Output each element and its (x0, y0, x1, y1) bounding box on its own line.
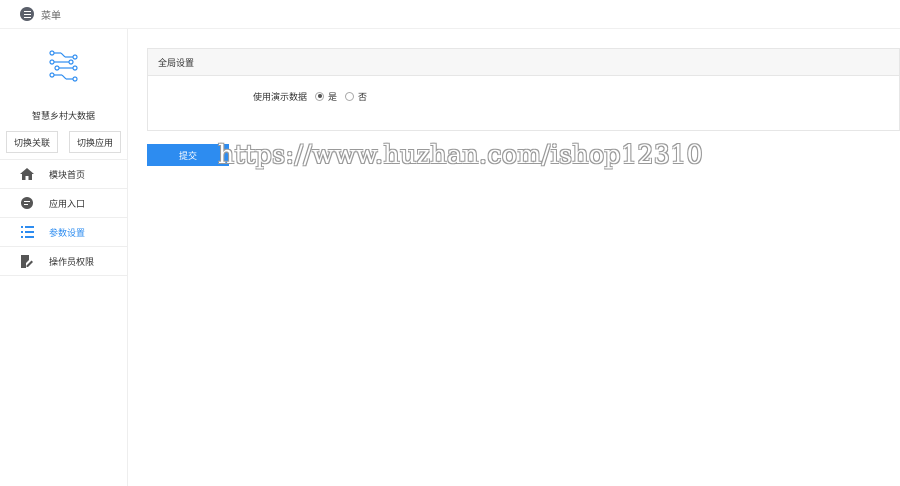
circuit-logo-icon (48, 50, 78, 82)
edit-doc-icon (20, 254, 34, 268)
sidebar-item-parameter-settings[interactable]: 参数设置 (0, 218, 127, 247)
radio-label: 否 (358, 92, 368, 103)
menu-icon[interactable] (20, 7, 34, 21)
home-icon (20, 167, 34, 181)
submit-button[interactable]: 提交 (147, 144, 229, 166)
global-settings-panel: 全局设置 使用演示数据 是 否 (147, 48, 900, 131)
sidebar-item-label: 参数设置 (49, 228, 86, 239)
menu-label[interactable]: 菜单 (41, 7, 61, 22)
switch-app-button[interactable]: 切换应用 (69, 131, 121, 153)
sidebar-item-label: 模块首页 (49, 170, 86, 181)
field-label: 使用演示数据 (252, 92, 307, 103)
radio-label: 是 (328, 92, 338, 103)
radio-dot[interactable] (345, 91, 355, 101)
switch-link-button[interactable]: 切换关联 (6, 131, 58, 153)
demo-data-row: 使用演示数据 是 否 (148, 76, 899, 116)
watermark-text: https://www.huzhan.com/ishop12310 (218, 140, 704, 169)
sidebar-item-app-entry[interactable]: 应用入口 (0, 189, 127, 218)
sidebar-item-module-home[interactable]: 模块首页 (0, 160, 127, 189)
sidebar-item-label: 操作员权限 (49, 257, 95, 268)
chat-icon (20, 196, 34, 210)
sidebar: 智慧乡村大数据 切换关联 切换应用 模块首页 应用入口 参数设置 操作员权限 (0, 29, 128, 486)
radio-no[interactable]: 否 (345, 90, 367, 103)
logo (0, 29, 127, 101)
sidebar-nav: 模块首页 应用入口 参数设置 操作员权限 (0, 159, 127, 276)
sidebar-item-operator-permissions[interactable]: 操作员权限 (0, 247, 127, 276)
list-icon (20, 225, 34, 239)
app-name: 智慧乡村大数据 (31, 112, 95, 122)
radio-yes[interactable]: 是 (315, 90, 337, 103)
top-bar: 菜单 (0, 0, 900, 29)
panel-title: 全局设置 (148, 49, 899, 76)
sidebar-item-label: 应用入口 (49, 199, 86, 210)
radio-dot[interactable] (315, 91, 324, 101)
